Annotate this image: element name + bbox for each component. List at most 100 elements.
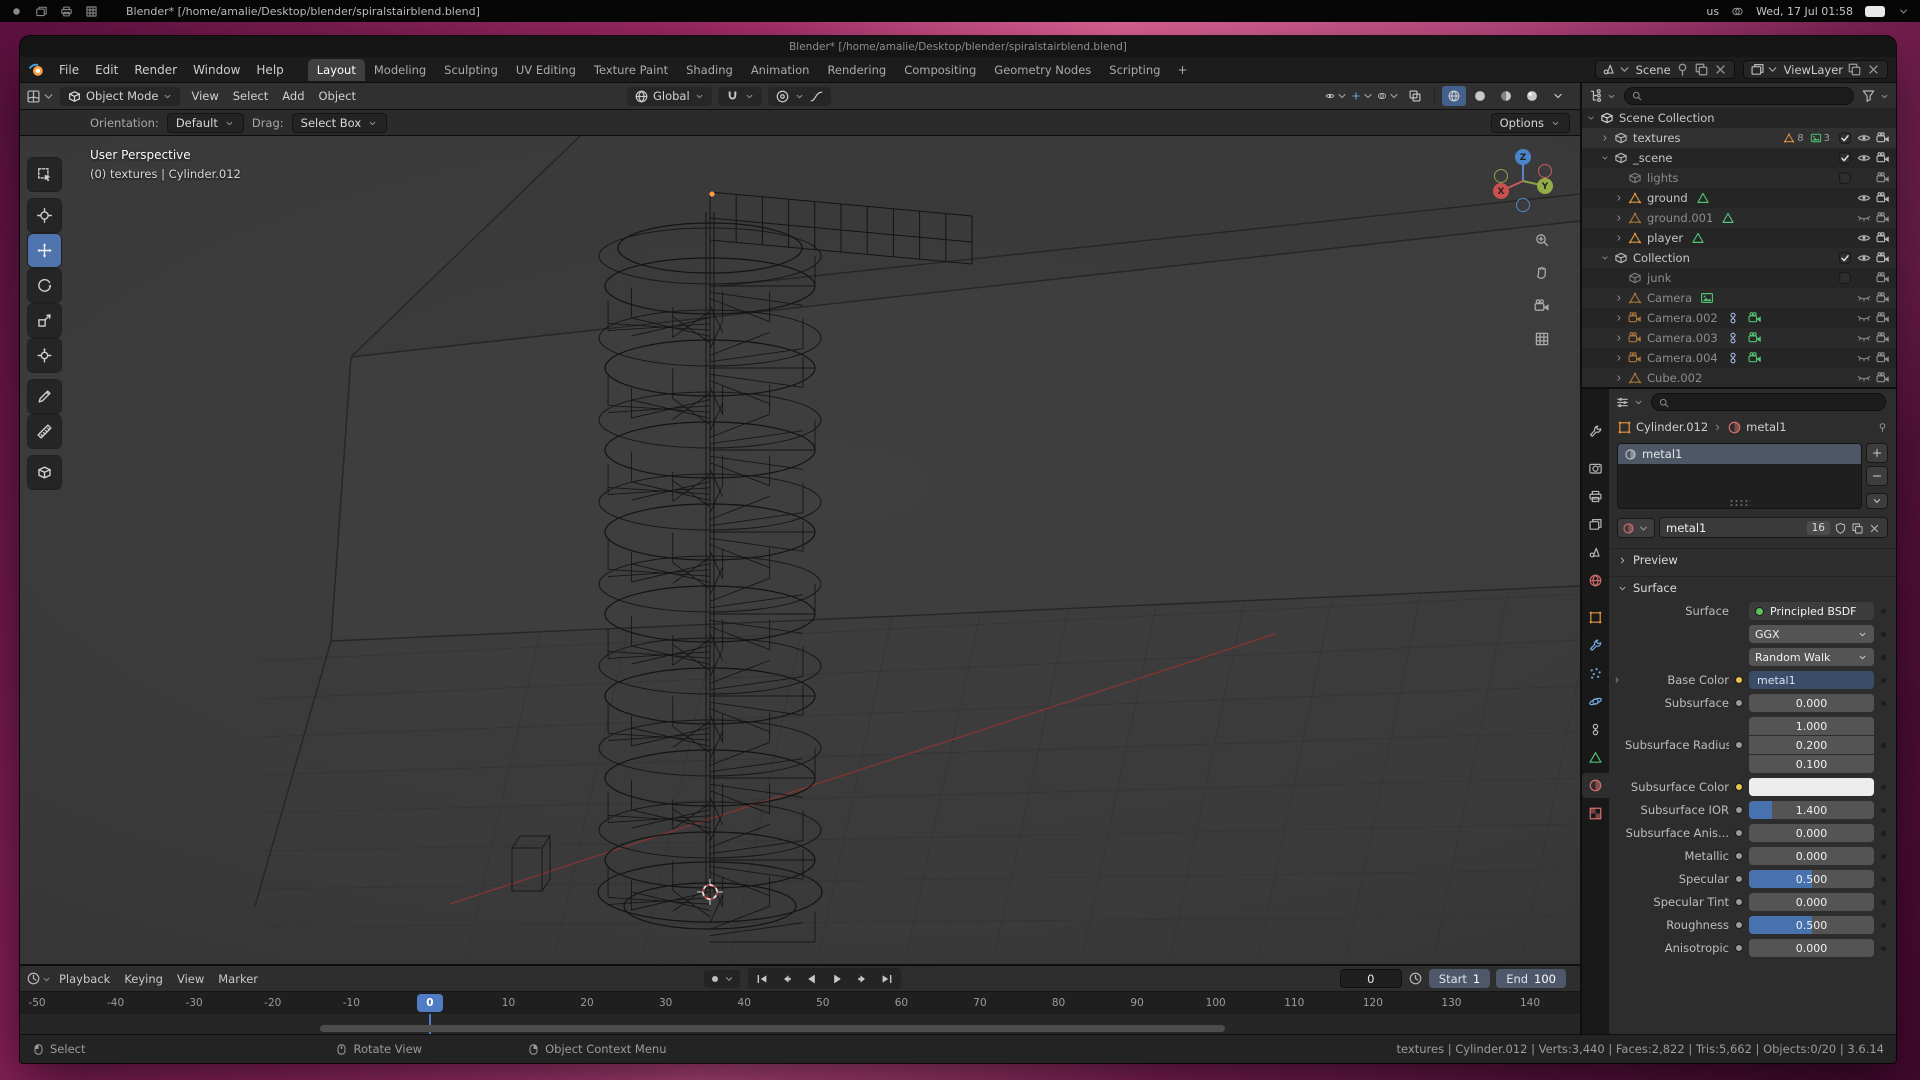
value-slider-subsurface[interactable]: 0.000	[1749, 694, 1874, 712]
add-material-slot-button[interactable]	[1866, 443, 1888, 463]
object-visibility-button[interactable]	[1325, 86, 1349, 106]
hide-toggle-eye-icon[interactable]	[1855, 231, 1873, 245]
menu-render[interactable]: Render	[126, 60, 185, 80]
property-row-subsurface-anis[interactable]: Subsurface Anis...0.000	[1611, 824, 1890, 842]
properties-tab-render[interactable]	[1582, 456, 1609, 481]
workspace-tab-rendering[interactable]: Rendering	[818, 59, 895, 81]
network-icon[interactable]	[1731, 4, 1744, 18]
editor-type-viewport-icon[interactable]	[26, 89, 56, 104]
render-visibility-camera-icon[interactable]	[1874, 211, 1892, 225]
workspace-tab-texture-paint[interactable]: Texture Paint	[585, 59, 677, 81]
properties-tab-object[interactable]	[1582, 605, 1609, 630]
properties-search-input[interactable]	[1651, 393, 1886, 411]
properties-tab-tool[interactable]	[1582, 419, 1609, 444]
os-clock[interactable]: Wed, 17 Jul 01:58	[1756, 5, 1853, 18]
hide-toggle-eye-closed-icon[interactable]	[1855, 371, 1873, 385]
value-slider-metallic[interactable]: 0.000	[1749, 847, 1874, 865]
outliner-item-camera-003[interactable]: Camera.003	[1582, 328, 1896, 348]
property-row-ggx[interactable]: GGX	[1611, 625, 1890, 643]
collection-exclude-checkbox[interactable]	[1836, 151, 1854, 165]
viewport-menu-add[interactable]: Add	[275, 86, 311, 106]
slot-specials-button[interactable]	[1866, 493, 1888, 509]
hide-toggle-eye-icon[interactable]	[1855, 251, 1873, 265]
indicator-chip[interactable]	[1865, 6, 1885, 17]
property-row-specular-tint[interactable]: Specular Tint0.000	[1611, 893, 1890, 911]
outliner-item-collection[interactable]: Collection	[1582, 248, 1896, 268]
launcher-icon[interactable]	[85, 4, 98, 18]
new-scene-button[interactable]	[1694, 62, 1709, 77]
properties-tab-output[interactable]	[1582, 484, 1609, 509]
transform-orientation-selector[interactable]: Global	[627, 87, 712, 106]
property-row-anisotropic[interactable]: Anisotropic0.000	[1611, 939, 1890, 957]
animate-property-dot[interactable]	[1876, 808, 1890, 813]
animate-property-dot[interactable]	[1876, 900, 1890, 905]
view-layer-selector[interactable]: ViewLayer	[1743, 60, 1888, 79]
disclosure-collapsed-icon[interactable]	[1598, 133, 1611, 143]
workspace-tab-shading[interactable]: Shading	[677, 59, 742, 81]
animate-property-dot[interactable]	[1876, 678, 1890, 683]
workspace-tab-animation[interactable]: Animation	[742, 59, 819, 81]
select-box-tool-button[interactable]	[28, 158, 61, 191]
properties-tab-scene[interactable]	[1582, 540, 1609, 565]
jump-to-start-button[interactable]	[750, 969, 774, 988]
value-slider-specular[interactable]: 0.500	[1749, 870, 1874, 888]
timeline-menu-keying[interactable]: Keying	[117, 969, 170, 989]
disclosure-collapsed-icon[interactable]	[1612, 213, 1625, 223]
workspace-tab-scripting[interactable]: Scripting	[1100, 59, 1169, 81]
menu-file[interactable]: File	[51, 60, 87, 80]
render-visibility-camera-icon[interactable]	[1874, 131, 1892, 145]
material-name-field[interactable]: metal1 16	[1659, 517, 1888, 538]
scene-selector[interactable]: Scene	[1595, 60, 1735, 79]
properties-tab-physics[interactable]	[1582, 689, 1609, 714]
property-row-metallic[interactable]: Metallic0.000	[1611, 847, 1890, 865]
texture-link-field[interactable]: metal1	[1749, 671, 1874, 689]
outliner-search-input[interactable]	[1624, 87, 1854, 105]
move-tool-button[interactable]	[28, 234, 61, 267]
viewport-menu-object[interactable]: Object	[312, 86, 363, 106]
add-cube-tool-button[interactable]	[28, 456, 61, 489]
render-visibility-camera-icon[interactable]	[1874, 171, 1892, 185]
unlink-material-button[interactable]	[1868, 521, 1881, 535]
new-view-layer-button[interactable]	[1847, 62, 1862, 77]
animate-property-dot[interactable]	[1876, 655, 1890, 660]
menu-window[interactable]: Window	[185, 60, 248, 80]
value-field-subsurface-radius-2[interactable]: 0.100	[1749, 755, 1874, 773]
render-visibility-camera-icon[interactable]	[1874, 151, 1892, 165]
disclosure-collapsed-icon[interactable]	[1612, 233, 1625, 243]
new-material-button[interactable]	[1851, 521, 1864, 535]
disclosure-expanded-icon[interactable]	[1598, 253, 1611, 263]
material-slot-item[interactable]: metal1	[1618, 444, 1861, 464]
menu-help[interactable]: Help	[248, 60, 291, 80]
viewport-menu-select[interactable]: Select	[226, 86, 275, 106]
property-row-subsurface-ior[interactable]: Subsurface IOR1.400	[1611, 801, 1890, 819]
animate-property-dot[interactable]	[1876, 946, 1890, 951]
hide-toggle-eye-closed-icon[interactable]	[1855, 311, 1873, 325]
disclosure-expanded-icon[interactable]	[1598, 153, 1611, 163]
value-field-subsurface-radius-1[interactable]: 0.200	[1749, 736, 1874, 754]
jump-to-prev-keyframe-button[interactable]	[775, 969, 799, 988]
value-slider-subsurface-ior[interactable]: 1.400	[1749, 801, 1874, 819]
timeline-menu-marker[interactable]: Marker	[211, 969, 265, 989]
value-slider-roughness[interactable]: 0.500	[1749, 916, 1874, 934]
value-field-subsurface-radius-0[interactable]: 1.000	[1749, 717, 1874, 735]
property-row-base-color[interactable]: Base Colormetal1	[1611, 671, 1890, 689]
show-overlays-button[interactable]	[1377, 86, 1401, 106]
remove-view-layer-button[interactable]	[1866, 62, 1881, 77]
jump-to-next-keyframe-button[interactable]	[850, 969, 874, 988]
play-button[interactable]	[825, 969, 849, 988]
show-gizmos-button[interactable]	[1351, 86, 1375, 106]
properties-tab-modifiers[interactable]	[1582, 633, 1609, 658]
viewport-3d[interactable]: User Perspective (0) textures | Cylinder…	[20, 136, 1580, 964]
hide-toggle-eye-closed-icon[interactable]	[1855, 351, 1873, 365]
timeline-menu-playback[interactable]: Playback	[52, 969, 117, 989]
render-visibility-camera-icon[interactable]	[1874, 231, 1892, 245]
collection-exclude-checkbox[interactable]	[1836, 251, 1854, 265]
orientation-dropdown[interactable]: Default	[167, 113, 244, 133]
pan-hand-button[interactable]	[1530, 261, 1554, 285]
drag-dropdown[interactable]: Select Box	[292, 113, 388, 133]
render-visibility-camera-icon[interactable]	[1874, 371, 1892, 385]
outliner-item-junk[interactable]: junk	[1582, 268, 1896, 288]
workspace-tab-compositing[interactable]: Compositing	[895, 59, 985, 81]
render-visibility-camera-icon[interactable]	[1874, 311, 1892, 325]
properties-tab-texture[interactable]	[1582, 801, 1609, 826]
